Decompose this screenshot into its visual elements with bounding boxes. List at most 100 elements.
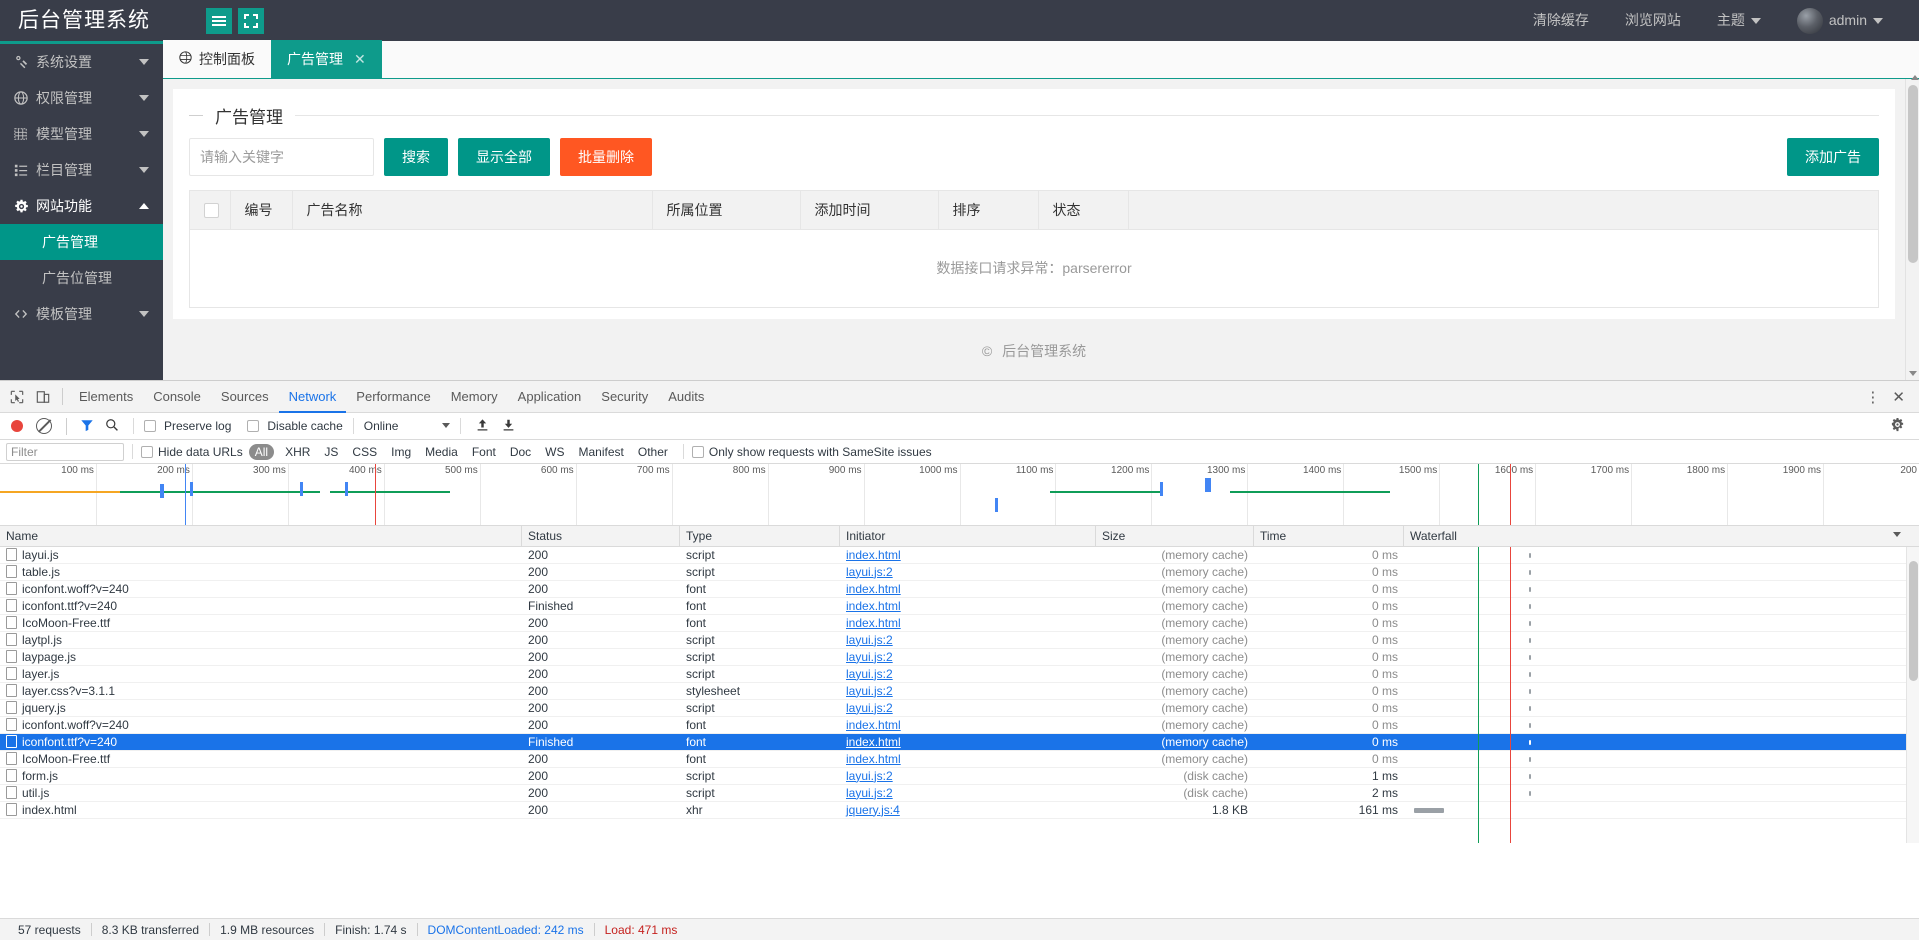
sidebar-item-columns[interactable]: 栏目管理: [0, 152, 163, 188]
network-request-list[interactable]: layui.js 200 script index.html (memory cache…: [0, 547, 1919, 843]
filter-type-xhr[interactable]: XHR: [278, 445, 317, 459]
hide-data-urls-checkbox[interactable]: [141, 445, 153, 458]
col-initiator[interactable]: Initiator: [840, 525, 1096, 547]
devtools-tab-application[interactable]: Application: [508, 381, 592, 413]
request-initiator-cell[interactable]: layui.js:2: [840, 649, 1096, 666]
request-name-cell[interactable]: IcoMoon-Free.ttf: [0, 615, 522, 632]
request-initiator-cell[interactable]: index.html: [840, 547, 1096, 564]
preserve-log-label[interactable]: Preserve log: [164, 419, 231, 433]
inspect-element-icon[interactable]: [4, 384, 30, 410]
filter-type-js[interactable]: JS: [317, 445, 345, 459]
initiator-link[interactable]: layui.js:2: [846, 650, 893, 664]
request-name-cell[interactable]: util.js: [0, 785, 522, 802]
request-name-cell[interactable]: iconfont.ttf?v=240: [0, 598, 522, 615]
samesite-checkbox[interactable]: [691, 445, 704, 458]
devtools-tab-network[interactable]: Network: [279, 381, 347, 413]
request-initiator-cell[interactable]: index.html: [840, 598, 1096, 615]
table-row[interactable]: laypage.js 200 script layui.js:2 (memory cac…: [0, 649, 1919, 666]
devtools-tab-sources[interactable]: Sources: [211, 381, 279, 413]
initiator-link[interactable]: layui.js:2: [846, 684, 893, 698]
scrollbar-thumb[interactable]: [1909, 561, 1918, 681]
devtools-tab-elements[interactable]: Elements: [69, 381, 143, 413]
initiator-link[interactable]: index.html: [846, 599, 901, 613]
request-name-cell[interactable]: layer.css?v=3.1.1: [0, 683, 522, 700]
hide-data-urls-label[interactable]: Hide data URLs: [158, 445, 243, 459]
filter-type-media[interactable]: Media: [418, 445, 465, 459]
request-initiator-cell[interactable]: index.html: [840, 615, 1096, 632]
sidebar-toggle-button[interactable]: [206, 7, 232, 34]
table-row[interactable]: iconfont.woff?v=240 200 font index.html (mem…: [0, 717, 1919, 734]
table-row[interactable]: IcoMoon-Free.ttf 200 font index.html (memory…: [0, 615, 1919, 632]
content-scrollbar[interactable]: [1905, 75, 1919, 380]
sidebar-item-models[interactable]: 模型管理: [0, 116, 163, 152]
gear-icon[interactable]: [1890, 417, 1905, 435]
sidebar-item-template-management[interactable]: 模板管理: [0, 296, 163, 332]
sidebar-item-site-features[interactable]: 网站功能: [0, 188, 163, 224]
import-har-icon[interactable]: [471, 418, 494, 435]
search-button[interactable]: 搜索: [384, 138, 448, 176]
col-name[interactable]: Name: [0, 525, 522, 547]
request-name-cell[interactable]: table.js: [0, 564, 522, 581]
record-icon[interactable]: [11, 420, 23, 432]
close-devtools-icon[interactable]: ✕: [1888, 388, 1915, 406]
close-icon[interactable]: ✕: [354, 51, 366, 68]
col-size[interactable]: Size: [1096, 525, 1254, 547]
disable-cache-checkbox[interactable]: [247, 420, 260, 432]
search-input[interactable]: [189, 138, 374, 176]
scrollbar-thumb[interactable]: [1908, 75, 1919, 263]
chevron-down-icon[interactable]: [1893, 531, 1901, 537]
filter-type-other[interactable]: Other: [631, 445, 675, 459]
initiator-link[interactable]: index.html: [846, 718, 901, 732]
select-all-checkbox[interactable]: [204, 203, 219, 219]
devtools-tab-performance[interactable]: Performance: [346, 381, 440, 413]
table-row[interactable]: iconfont.ttf?v=240 Finished font index.html…: [0, 598, 1919, 615]
filter-type-img[interactable]: Img: [384, 445, 418, 459]
request-name-cell[interactable]: laytpl.js: [0, 632, 522, 649]
col-time[interactable]: Time: [1254, 525, 1404, 547]
throttling-select[interactable]: Online: [364, 419, 450, 433]
table-row[interactable]: util.js 200 script layui.js:2 (disk cache) 2 …: [0, 785, 1919, 802]
sidebar-subitem-ad-management[interactable]: 广告管理: [0, 224, 163, 260]
filter-type-all[interactable]: All: [248, 443, 275, 460]
request-initiator-cell[interactable]: layui.js:2: [840, 564, 1096, 581]
filter-icon[interactable]: [80, 418, 94, 435]
table-row[interactable]: jquery.js 200 script layui.js:2 (memory cach…: [0, 700, 1919, 717]
samesite-label[interactable]: Only show requests with SameSite issues: [709, 445, 932, 459]
request-initiator-cell[interactable]: layui.js:2: [840, 632, 1096, 649]
table-row[interactable]: layer.css?v=3.1.1 200 stylesheet layui.js:2…: [0, 683, 1919, 700]
request-name-cell[interactable]: index.html: [0, 802, 522, 819]
initiator-link[interactable]: index.html: [846, 752, 901, 766]
sidebar-item-system-settings[interactable]: 系统设置: [0, 44, 163, 80]
request-name-cell[interactable]: laypage.js: [0, 649, 522, 666]
request-name-cell[interactable]: IcoMoon-Free.ttf: [0, 751, 522, 768]
more-options-icon[interactable]: ⋮: [1857, 388, 1888, 406]
filter-type-ws[interactable]: WS: [538, 445, 571, 459]
request-initiator-cell[interactable]: layui.js:2: [840, 683, 1096, 700]
initiator-link[interactable]: layui.js:2: [846, 667, 893, 681]
batch-delete-button[interactable]: 批量删除: [560, 138, 652, 176]
network-list-scrollbar[interactable]: [1906, 547, 1919, 843]
disable-cache-label[interactable]: Disable cache: [267, 419, 342, 433]
initiator-link[interactable]: layui.js:2: [846, 786, 893, 800]
filter-type-manifest[interactable]: Manifest: [572, 445, 631, 459]
request-initiator-cell[interactable]: layui.js:2: [840, 785, 1096, 802]
filter-type-css[interactable]: CSS: [345, 445, 384, 459]
request-initiator-cell[interactable]: jquery.js:4: [840, 802, 1096, 819]
request-name-cell[interactable]: iconfont.woff?v=240: [0, 717, 522, 734]
table-row[interactable]: form.js 200 script layui.js:2 (disk cache) 1 …: [0, 768, 1919, 785]
network-overview[interactable]: 100 ms 200 ms 300 ms 400 ms 500 ms 600 ms 700 …: [0, 464, 1919, 526]
table-row[interactable]: iconfont.ttf?v=240 Finished font index.html…: [0, 734, 1919, 751]
table-row[interactable]: laytpl.js 200 script layui.js:2 (memory cach…: [0, 632, 1919, 649]
export-har-icon[interactable]: [497, 418, 520, 435]
sidebar-subitem-ad-slot-management[interactable]: 广告位管理: [0, 260, 163, 296]
initiator-link[interactable]: index.html: [846, 616, 901, 630]
table-row[interactable]: iconfont.woff?v=240 200 font index.html (mem…: [0, 581, 1919, 598]
initiator-link[interactable]: layui.js:2: [846, 565, 893, 579]
add-ad-button[interactable]: 添加广告: [1787, 138, 1879, 176]
devtools-tab-console[interactable]: Console: [143, 381, 211, 413]
device-toolbar-icon[interactable]: [30, 384, 56, 410]
col-type[interactable]: Type: [680, 525, 840, 547]
initiator-link[interactable]: index.html: [846, 735, 901, 749]
filter-type-font[interactable]: Font: [465, 445, 503, 459]
preserve-log-checkbox[interactable]: [144, 420, 156, 432]
